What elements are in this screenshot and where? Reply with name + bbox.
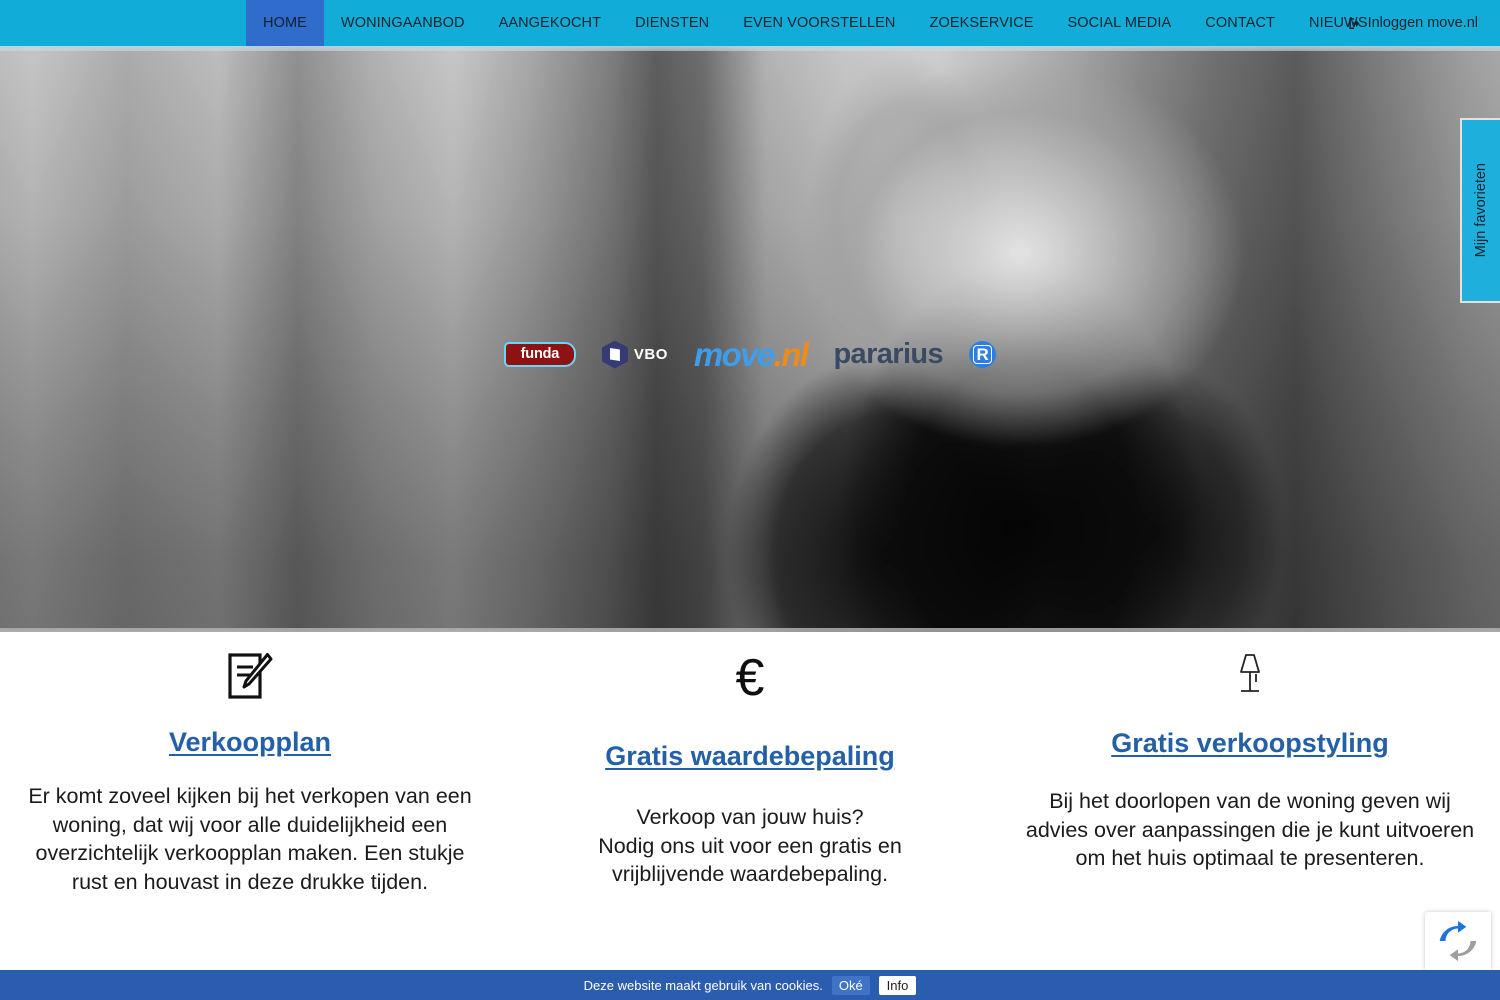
feature-title-waardebepaling[interactable]: Gratis waardebepaling <box>605 741 895 772</box>
move-nl-logo-text: move <box>693 336 775 373</box>
euro-icon: € <box>735 649 765 707</box>
feature-columns: Verkoopplan Er komt zoveel kijken bij he… <box>0 632 1500 896</box>
document-pencil-icon <box>14 646 486 706</box>
cookie-consent-bar: Deze website maakt gebruik van cookies. … <box>0 970 1500 1000</box>
vbo-logo-text: VBO <box>633 346 668 363</box>
feature-body-verkoopplan: Er komt zoveel kijken bij het verkopen v… <box>28 784 472 894</box>
nav-item-home[interactable]: HOME <box>246 0 324 46</box>
feature-column-verkoopplan: Verkoopplan Er komt zoveel kijken bij he… <box>0 632 500 896</box>
hero-top-edge <box>0 46 1500 51</box>
realworks-logo[interactable]: R <box>969 341 997 368</box>
feature-body-waardebepaling: Verkoop van jouw huis? Nodig ons uit voo… <box>598 805 902 887</box>
recaptcha-icon <box>1439 921 1477 961</box>
pararius-logo[interactable]: pararius <box>833 340 943 369</box>
favorites-tab[interactable]: Mijn favorieten <box>1460 118 1500 303</box>
login-label: Inloggen move.nl <box>1367 15 1478 31</box>
move-nl-logo-suffix: .nl <box>773 336 809 373</box>
nav-item-social-media[interactable]: SOCIAL MEDIA <box>1050 0 1188 46</box>
login-link[interactable]: Inloggen move.nl <box>1347 0 1478 46</box>
nav-item-diensten[interactable]: DIENSTEN <box>618 0 726 46</box>
nav-item-even-voorstellen[interactable]: EVEN VOORSTELLEN <box>726 0 912 46</box>
cookie-accept-button[interactable]: Oké <box>831 975 870 995</box>
realworks-logo-text: R <box>973 345 992 364</box>
funda-logo-text: funda <box>520 346 560 363</box>
cookie-info-button[interactable]: Info <box>878 975 917 995</box>
main-navigation-bar: HOME WONINGAANBOD AANGEKOCHT DIENSTEN EV… <box>0 0 1500 46</box>
nav-item-list: HOME WONINGAANBOD AANGEKOCHT DIENSTEN EV… <box>246 0 1385 46</box>
cookie-message: Deze website maakt gebruik van cookies. <box>583 977 823 993</box>
feature-title-verkoopstyling[interactable]: Gratis verkoopstyling <box>1111 728 1389 759</box>
portal-logo-strip: funda VBO move.nl pararius R <box>0 338 1500 371</box>
vbo-hexagon-icon <box>601 340 628 369</box>
nav-item-aangekocht[interactable]: AANGEKOCHT <box>482 0 619 46</box>
nav-item-zoekservice[interactable]: ZOEKSERVICE <box>913 0 1051 46</box>
recaptcha-badge[interactable] <box>1425 912 1491 970</box>
favorites-tab-label: Mijn favorieten <box>1473 163 1489 258</box>
funda-logo[interactable]: funda <box>503 342 576 367</box>
table-lamp-icon <box>1014 644 1486 704</box>
feature-column-waardebepaling: € Gratis waardebepaling Verkoop van jouw… <box>500 632 1000 896</box>
hero-banner: funda VBO move.nl pararius R Mijn favori… <box>0 46 1500 632</box>
feature-body-verkoopstyling: Bij het doorlopen van de woning geven wi… <box>1025 789 1475 871</box>
move-nl-logo[interactable]: move.nl <box>693 336 809 373</box>
sign-in-icon <box>1347 16 1362 31</box>
vbo-logo[interactable]: VBO <box>601 340 668 369</box>
nav-item-contact[interactable]: CONTACT <box>1188 0 1292 46</box>
nav-item-woningaanbod[interactable]: WONINGAANBOD <box>324 0 482 46</box>
feature-title-verkoopplan[interactable]: Verkoopplan <box>169 727 331 758</box>
feature-column-verkoopstyling: Gratis verkoopstyling Bij het doorlopen … <box>1000 632 1500 896</box>
